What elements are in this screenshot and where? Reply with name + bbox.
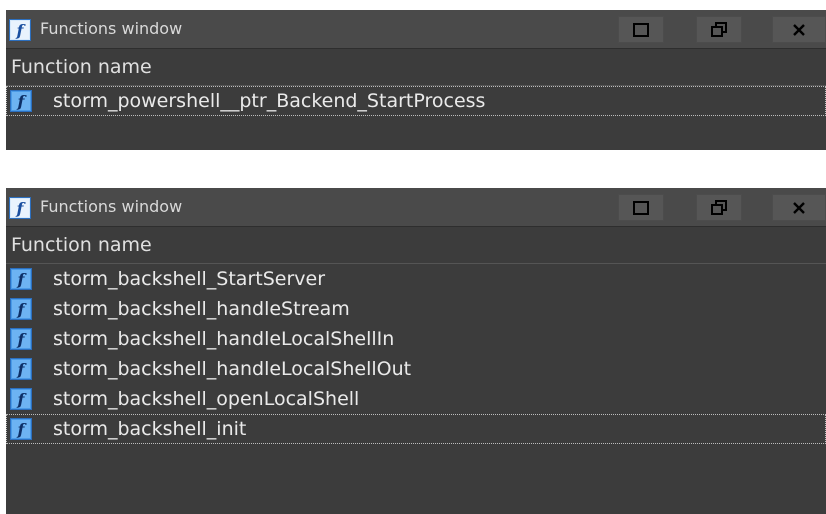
function-icon: f xyxy=(10,90,32,112)
maximize-icon xyxy=(633,200,649,215)
function-icon: f xyxy=(9,197,31,219)
function-name: storm_backshell_StartServer xyxy=(53,268,326,290)
function-icon: f xyxy=(10,268,32,290)
close-icon xyxy=(793,23,805,36)
column-header-label: Function name xyxy=(11,56,152,78)
functions-window-2: f Functions window Function name f storm… xyxy=(6,188,826,514)
restore-button[interactable] xyxy=(696,16,742,43)
function-name: storm_powershell__ptr_Backend_StartProce… xyxy=(53,90,486,112)
function-name: storm_backshell_handleLocalShellIn xyxy=(53,328,395,350)
close-button[interactable] xyxy=(772,194,826,221)
function-icon: f xyxy=(10,418,32,440)
function-icon: f xyxy=(10,358,32,380)
function-row[interactable]: f storm_backshell_init xyxy=(6,414,826,444)
function-icon: f xyxy=(10,388,32,410)
window-titlebar[interactable]: f Functions window xyxy=(6,188,826,227)
function-row[interactable]: f storm_backshell_handleStream xyxy=(6,294,826,324)
window-title: Functions window xyxy=(40,19,183,38)
maximize-icon xyxy=(633,22,649,37)
function-name: storm_backshell_handleLocalShellOut xyxy=(53,358,412,380)
function-icon: f xyxy=(9,19,31,41)
restore-button[interactable] xyxy=(696,194,742,221)
window-titlebar[interactable]: f Functions window xyxy=(6,10,826,49)
function-row[interactable]: f storm_backshell_StartServer xyxy=(6,264,826,294)
maximize-button[interactable] xyxy=(618,16,664,43)
window-title: Functions window xyxy=(40,197,183,216)
function-row[interactable]: f storm_backshell_openLocalShell xyxy=(6,384,826,414)
function-name: storm_backshell_handleStream xyxy=(53,298,350,320)
close-button[interactable] xyxy=(772,16,826,43)
function-row[interactable]: f storm_backshell_handleLocalShellIn xyxy=(6,324,826,354)
function-icon: f xyxy=(10,298,32,320)
functions-window-1: f Functions window Function name f storm… xyxy=(6,10,826,150)
column-header-function-name[interactable]: Function name xyxy=(6,49,826,86)
column-header-function-name[interactable]: Function name xyxy=(6,227,826,264)
maximize-button[interactable] xyxy=(618,194,664,221)
function-name: storm_backshell_init xyxy=(53,418,247,440)
restore-icon xyxy=(711,21,727,37)
function-name: storm_backshell_openLocalShell xyxy=(53,388,360,410)
function-row[interactable]: f storm_backshell_handleLocalShellOut xyxy=(6,354,826,384)
function-icon: f xyxy=(10,328,32,350)
function-row[interactable]: f storm_powershell__ptr_Backend_StartPro… xyxy=(6,86,826,116)
close-icon xyxy=(793,201,805,214)
restore-icon xyxy=(711,199,727,215)
column-header-label: Function name xyxy=(11,234,152,256)
